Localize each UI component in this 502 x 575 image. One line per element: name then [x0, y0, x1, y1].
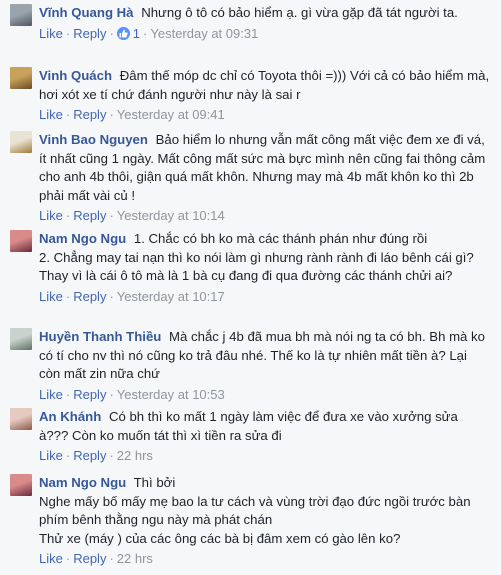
avatar[interactable]	[10, 408, 32, 430]
reply-link[interactable]: Reply	[73, 289, 106, 304]
avatar[interactable]	[10, 230, 32, 252]
reply-link[interactable]: Reply	[73, 448, 106, 463]
comment-text-line: 2. Chẳng may tai nạn thì ko nói làm gì n…	[39, 249, 474, 284]
comment-author[interactable]: Huyền Thanh Thiều	[39, 329, 161, 344]
avatar[interactable]	[10, 67, 32, 89]
comment-author[interactable]: Vinh Bao Nguyen	[39, 132, 148, 147]
reply-link[interactable]: Reply	[73, 26, 106, 41]
comment-timestamp[interactable]: 22 hrs	[117, 448, 153, 463]
like-count[interactable]: 1	[133, 26, 140, 41]
reply-link[interactable]: Reply	[73, 107, 106, 122]
comment-text-line: Thì bởi	[133, 475, 176, 490]
like-link[interactable]: Like	[39, 448, 63, 463]
comment-text-line: Nghe mấy bố mấy mẹ bao la tư cách và vùn…	[39, 493, 471, 528]
comment-author[interactable]: Vinh Quách	[39, 68, 112, 83]
comment-actions: Like · Reply · Yesterday at 10:14	[39, 208, 225, 223]
comment-timestamp[interactable]: Yesterday at 10:53	[117, 387, 225, 402]
like-link[interactable]: Like	[39, 107, 63, 122]
comment-timestamp[interactable]: Yesterday at 09:31	[150, 26, 258, 41]
like-link[interactable]: Like	[39, 551, 63, 566]
like-count-icon[interactable]	[116, 26, 130, 40]
reply-link[interactable]: Reply	[73, 551, 106, 566]
comment-actions: Like · Reply · 22 hrs	[39, 551, 153, 566]
reply-link[interactable]: Reply	[73, 387, 106, 402]
comment-author[interactable]: Nam Ngo Ngu	[39, 231, 126, 246]
comment-text: Có bh thì ko mất 1 ngày làm việc để đưa …	[39, 409, 458, 443]
comment-actions: Like · Reply · Yesterday at 09:41	[39, 107, 225, 122]
like-link[interactable]: Like	[39, 387, 63, 402]
comment-author[interactable]: Vĩnh Quang Hà	[39, 5, 134, 20]
comment-text-line: Thử xe (máy ) của các ông các bà bị đâm …	[39, 530, 401, 546]
like-link[interactable]: Like	[39, 26, 63, 41]
avatar[interactable]	[10, 4, 32, 26]
avatar[interactable]	[10, 328, 32, 350]
comment-author[interactable]: An Khánh	[39, 409, 101, 424]
comment-actions: Like · Reply · 1 · Yesterday at 09:31	[39, 25, 259, 41]
comment-actions: Like · Reply · Yesterday at 10:53	[39, 386, 225, 402]
comment-author[interactable]: Nam Ngo Ngu	[39, 475, 126, 490]
like-link[interactable]: Like	[39, 289, 63, 304]
comment-actions: Like · Reply · Yesterday at 10:17	[39, 288, 225, 304]
avatar[interactable]	[10, 474, 32, 496]
comment-text-line: 1. Chắc có bh ko mà các thánh phán như đ…	[133, 231, 428, 246]
reply-link[interactable]: Reply	[73, 208, 106, 223]
comment-list: Vĩnh Quang Hà Nhưng ô tô có bảo hiểm ạ. …	[0, 0, 502, 575]
comment-timestamp[interactable]: Yesterday at 09:41	[117, 107, 225, 122]
comment-timestamp[interactable]: 22 hrs	[117, 551, 153, 566]
comment-timestamp[interactable]: Yesterday at 10:14	[117, 208, 225, 223]
comment-text: Nhưng ô tô có bảo hiểm ạ. gì vừa gặp đã …	[141, 5, 458, 20]
avatar[interactable]	[10, 131, 32, 153]
comment-actions: Like · Reply · 22 hrs	[39, 448, 153, 463]
like-link[interactable]: Like	[39, 208, 63, 223]
comment-timestamp[interactable]: Yesterday at 10:17	[117, 289, 225, 304]
